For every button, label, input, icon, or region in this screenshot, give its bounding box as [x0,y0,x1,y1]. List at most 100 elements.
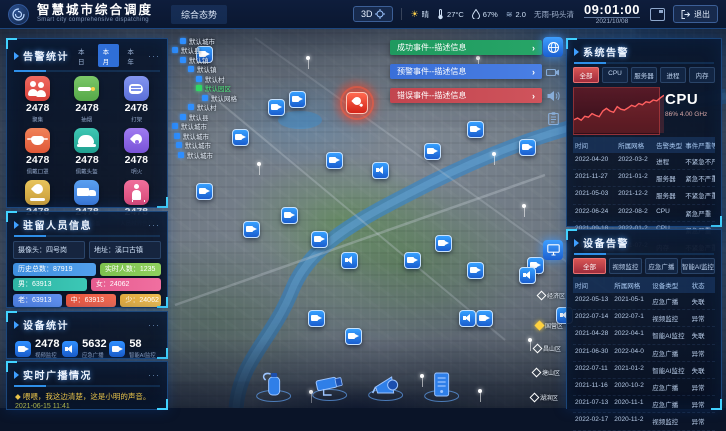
tree-item[interactable]: 默认园区 [172,84,237,94]
device-alarm-tab[interactable]: 视频监控 [609,258,642,274]
tree-item[interactable]: 默认城市 [172,36,237,46]
camera-marker[interactable] [196,183,213,200]
alarm-tile[interactable]: 2478 抽烟 [62,76,111,124]
camera-marker[interactable] [289,91,306,108]
tree-item[interactable]: 默认镇 [172,55,237,65]
period-tab[interactable]: 本年 [122,44,144,67]
camera-marker[interactable] [404,252,421,269]
table-row[interactable]: 2022-04-20 2022-03-2 进程 不紧急不严重 [573,153,715,170]
camera-marker[interactable] [345,328,362,345]
more-menu-icon[interactable]: ··· [148,53,160,59]
alarm-tile[interactable]: 2478 明火 [112,128,161,176]
tree-item[interactable]: 默认城市 [172,150,237,160]
tree-item[interactable]: 默认城市 [172,122,237,132]
alarm-tile[interactable]: 2478 聚集 [13,76,62,124]
cctv-3d-icon[interactable] [310,367,350,405]
alarm-tile[interactable]: 2478 打架 [112,76,161,124]
event-toast[interactable]: 预警事件--描述信息 › [390,64,542,79]
system-alarm-tab[interactable]: CPU [602,67,628,83]
megaphone-3d-icon[interactable] [366,367,406,405]
sensor-dot[interactable] [306,56,310,60]
logout-button[interactable]: 退出 [673,5,718,23]
more-menu-icon[interactable]: ··· [148,322,160,328]
period-tab[interactable]: 本日 [73,44,95,67]
event-toast[interactable]: 成功事件--描述信息 › [390,40,542,55]
sensor-dot[interactable] [476,56,480,60]
camera-marker[interactable] [467,121,484,138]
tree-item[interactable]: 默认村 [172,74,237,84]
system-alarm-tab[interactable]: 服务器 [631,67,657,83]
table-row[interactable]: 2021-11-27 2021-01-2 服务器 紧急不严重 [573,170,715,187]
sensor-dot[interactable] [522,204,526,208]
camera-marker[interactable] [243,221,260,238]
globe-icon[interactable] [543,37,563,57]
camera-marker[interactable] [281,207,298,224]
period-tab[interactable]: 本月 [98,44,120,67]
table-row[interactable]: 2022-07-11 2021-01-2 智能AI监控 失联 [573,362,715,379]
chevron-right-icon[interactable]: › [532,43,535,53]
tree-item[interactable]: 默认城市 [172,131,237,141]
district-label[interactable]: 经济区 [538,291,565,300]
table-row[interactable]: 2022-05-13 2021-05-1 应急广播 失联 [573,293,715,310]
camera-marker[interactable] [476,310,493,327]
sensor-dot[interactable] [528,338,532,342]
table-row[interactable]: 2021-07-13 2020-11-1 应急广播 异常 [573,396,715,413]
alarm-type-icon [25,128,50,153]
clipboard-icon[interactable] [546,111,561,126]
table-row[interactable]: 2021-05-03 2021-12-2 服务器 不紧急严重 [573,187,715,204]
system-alarm-tab[interactable]: 内存 [689,67,715,83]
district-label[interactable]: 塘山区 [533,368,560,377]
camera-marker[interactable] [268,99,285,116]
district-label[interactable]: 国营区 [536,321,563,330]
monitor-icon[interactable] [543,240,563,260]
more-menu-icon[interactable]: ··· [148,222,160,228]
table-row[interactable]: 2022-02-17 2020-11-2 视频监控 异常 [573,413,715,430]
table-row[interactable]: 2021-04-28 2022-04-1 智能AI监控 失联 [573,327,715,344]
camera-marker[interactable] [424,143,441,160]
camera-marker[interactable] [519,139,536,156]
camera-marker[interactable] [326,152,343,169]
speaker-marker[interactable] [341,252,358,269]
nav-tab-overview[interactable]: 综合态势 [171,5,227,24]
chevron-right-icon[interactable]: › [532,91,535,101]
speaker-marker[interactable] [519,267,536,284]
sensor-dot[interactable] [257,162,261,166]
device-alarm-tab[interactable]: 智能AI监控 [681,258,715,274]
table-row[interactable]: 2022-07-14 2022-07-1 视频监控 异常 [573,310,715,327]
layer-icon [196,76,202,82]
system-alarm-tab[interactable]: 进程 [660,67,686,83]
mode-3d-button[interactable]: 3D [353,6,394,22]
camera-marker[interactable] [467,262,484,279]
tree-item[interactable]: 默认县 [172,46,237,56]
server-3d-icon[interactable] [422,367,462,405]
alarm-tile[interactable]: 2478 佩戴口罩 [13,128,62,176]
tree-item[interactable]: 默认镇 [172,65,237,75]
district-label[interactable]: 昌山区 [534,344,561,353]
table-row[interactable]: 2022-06-24 2022-08-2 CPU 紧急严重 [573,205,715,222]
extinguisher-3d-icon[interactable] [254,367,294,405]
chevron-right-icon[interactable]: › [532,67,535,77]
sensor-dot[interactable] [492,152,496,156]
alarm-tile[interactable]: 2478 佩戴头盔 [62,128,111,176]
camera-marker[interactable] [308,310,325,327]
tree-item[interactable]: 默认城市 [172,141,237,151]
tree-item[interactable]: 默认村 [172,103,237,113]
system-alarm-tab[interactable]: 全部 [573,67,599,83]
device-alarm-tab[interactable]: 全部 [573,258,606,274]
speaker-marker[interactable] [372,162,389,179]
fullscreen-icon[interactable] [650,8,665,21]
device-alarm-tab[interactable]: 应急广播 [645,258,678,274]
alarm-marker[interactable] [346,92,368,114]
camera-icon[interactable] [546,65,561,80]
tree-item[interactable]: 默认网格 [172,93,237,103]
table-row[interactable]: 2021-06-30 2022-04-0 应急广播 异常 [573,345,715,362]
speaker-marker[interactable] [459,310,476,327]
district-label[interactable]: 湖滨区 [531,393,558,402]
speaker-icon[interactable] [546,88,561,103]
more-menu-icon[interactable]: ··· [148,372,160,378]
tree-item[interactable]: 默认县 [172,112,237,122]
event-toast[interactable]: 错误事件--描述信息 › [390,88,542,103]
table-row[interactable]: 2021-11-16 2020-10-2 应急广播 异常 [573,379,715,396]
camera-marker[interactable] [435,235,452,252]
camera-marker[interactable] [311,231,328,248]
